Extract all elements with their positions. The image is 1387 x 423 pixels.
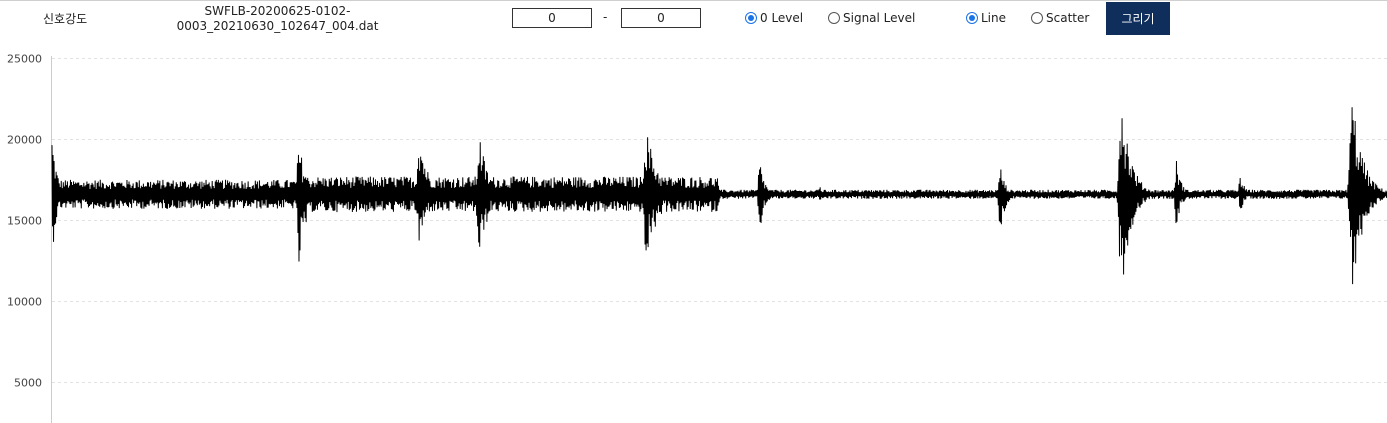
draw-button[interactable]: 그리기: [1106, 2, 1170, 35]
signal-chart: 25000 20000 15000 10000 5000: [7, 53, 1387, 423]
signal-series-line: [51, 107, 1387, 285]
radio-line-dot[interactable]: [966, 12, 978, 24]
radio-zero-level[interactable]: 0 Level: [745, 11, 803, 25]
file-name: SWFLB-20200625-0102- 0003_20210630_10264…: [170, 4, 385, 34]
range-separator: -: [603, 10, 608, 24]
radio-scatter-dot[interactable]: [1031, 12, 1043, 24]
y-tick-label: 5000: [14, 377, 42, 390]
radio-scatter[interactable]: Scatter: [1031, 11, 1089, 25]
file-name-line2: 0003_20210630_102647_004.dat: [176, 19, 379, 33]
y-tick-label: 10000: [7, 296, 42, 309]
radio-zero-level-label: 0 Level: [760, 11, 804, 25]
grid-layer: [52, 58, 1387, 383]
top-border: [0, 0, 1387, 1]
radio-zero-level-dot[interactable]: [745, 12, 757, 24]
y-tick-label: 20000: [7, 134, 42, 147]
radio-signal-level-dot[interactable]: [828, 12, 840, 24]
radio-line[interactable]: Line: [966, 11, 1006, 25]
radio-signal-level[interactable]: Signal Level: [828, 11, 915, 25]
range-end-input[interactable]: [621, 8, 701, 28]
range-start-input[interactable]: [512, 8, 592, 28]
y-axis-ticks: 25000 20000 15000 10000 5000: [7, 53, 42, 390]
file-name-line1: SWFLB-20200625-0102-: [204, 4, 351, 18]
y-tick-label: 25000: [7, 53, 42, 66]
radio-scatter-label: Scatter: [1046, 11, 1090, 25]
radio-signal-level-label: Signal Level: [843, 11, 916, 25]
radio-line-label: Line: [981, 11, 1007, 25]
y-tick-label: 15000: [7, 215, 42, 228]
page-title: 신호강도: [43, 12, 88, 26]
